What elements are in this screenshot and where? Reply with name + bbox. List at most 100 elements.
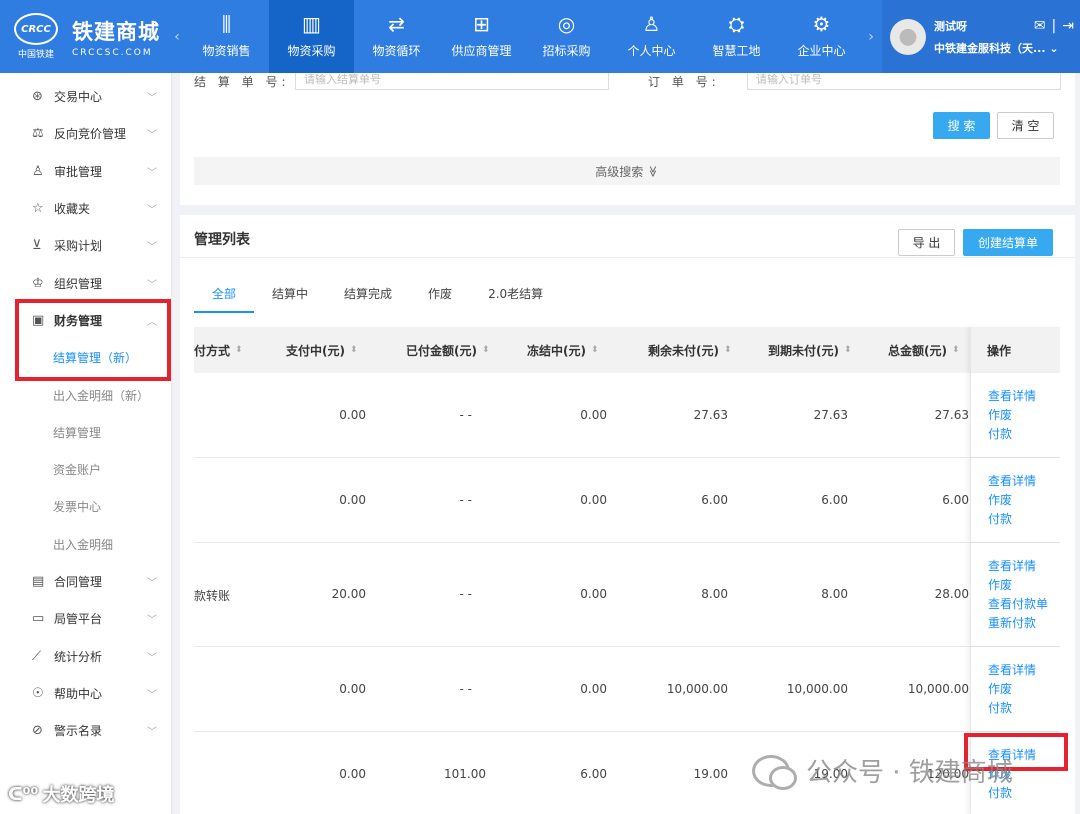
search-button[interactable]: 搜 索 [933,112,990,139]
op-link[interactable]: 付款 [988,426,1060,442]
sidebar-item[interactable]: ♔ 组织管理 ﹀ [0,264,171,301]
chevron-down-icon: ﹀ [147,242,157,254]
company-selector[interactable]: 中铁建金服科技（天... ⌄ [934,40,1080,56]
cycle-icon: ⇄ [388,12,405,36]
cell-paying: 0.00 [339,766,366,781]
nav-label: 物资采购 [287,44,336,58]
cell-due: 8.00 [821,587,848,601]
sidebar-item-label: 合同管理 [54,575,103,589]
nav-item-6[interactable]: ⛭ 智慧工地 [694,0,779,73]
column-header-frozen[interactable]: 冻结中(元) ⬍ [527,327,599,373]
nav-item-5[interactable]: ♙ 个人中心 [609,0,694,73]
sidebar-item[interactable]: ♙ 审批管理 ﹀ [0,153,171,190]
advanced-search-toggle[interactable]: 高级搜索 ≫ [194,157,1060,185]
nav-item-0[interactable]: ⫼ 物资销售 [184,0,269,73]
purchase-icon: ▥ [302,12,321,36]
create-settlement-button[interactable]: 创建结算单 [963,229,1053,256]
column-header-paid[interactable]: 已付金额(元) ⬍ [406,327,490,373]
sidebar-subitem[interactable]: 结算管理 [0,414,171,451]
nav-next-icon[interactable]: › [864,0,878,73]
person-icon: ♙ [642,12,661,36]
nav-item-3[interactable]: ⊞ 供应商管理 [439,0,524,73]
nav-label: 个人中心 [627,44,676,58]
cart-icon: ⊻ [32,238,42,254]
op-link[interactable]: 作废 [988,407,1060,423]
nav-item-7[interactable]: ⚙ 企业中心 [779,0,864,73]
op-link[interactable]: 作废 [988,492,1060,508]
sidebar-item-label: 审批管理 [54,164,103,179]
cell-remaining: 19.00 [693,766,728,781]
nav-item-4[interactable]: ◎ 招标采购 [524,0,609,73]
sidebar-item[interactable]: ▣ 财务管理 ︿ [0,302,171,339]
op-link[interactable]: 查看付款单 [988,596,1060,612]
op-link[interactable]: 查看详情 [988,558,1060,574]
op-link[interactable]: 重新付款 [988,615,1060,631]
site-icon: ⛭ [728,12,745,36]
search-panel: 结 算 单 号: 请输入结算单号 订 单 号: 请输入订单号 搜 索 清 空 高… [180,73,1075,205]
op-link[interactable]: 查看详情 [988,473,1060,489]
sidebar-subitem[interactable]: 资金账户 [0,451,171,488]
tab-1[interactable]: 结算中 [254,285,326,313]
status-tabs: 全部 结算中 结算完成 作废 2.0老结算 [194,285,561,313]
settlement-no-input[interactable]: 请输入结算单号 [295,73,609,90]
contract-icon: ▤ [32,574,45,589]
clear-button[interactable]: 清 空 [997,112,1054,139]
sort-icon: ⬍ [481,345,490,355]
column-header-paying[interactable]: 支付中(元) ⬍ [286,327,358,373]
column-header-due[interactable]: 到期未付(元) ⬍ [768,327,852,373]
op-link[interactable]: 查看详情 [988,662,1060,678]
cell-due: 6.00 [821,492,848,507]
order-no-input[interactable]: 请输入订单号 [747,73,1061,90]
column-header-pay_method[interactable]: 付方式 ⬍ [194,327,243,373]
cell-frozen: 0.00 [580,681,607,696]
site-logo[interactable]: CRCC 中国铁建 铁建商城 CRCCSC.COM [0,0,170,73]
sort-icon: ⬍ [843,345,852,355]
tab-3[interactable]: 作废 [410,285,470,313]
nav-item-2[interactable]: ⇄ 物资循环 [354,0,439,73]
sidebar-subitem[interactable]: 出入金明细（新） [0,376,171,413]
cell-paid: - - [459,587,472,601]
cell-remaining: 10,000.00 [666,681,728,696]
export-button[interactable]: 导 出 [898,229,955,256]
op-link[interactable]: 付款 [988,700,1060,716]
cell-operations: 查看详情作废查看付款单重新付款 [970,543,1060,646]
sidebar-item[interactable]: ☆ 收藏夹 ﹀ [0,190,171,227]
sidebar-item[interactable]: ⟋ 统计分析 ﹀ [0,637,171,674]
cell-total: 27.63 [934,407,969,422]
sidebar-item[interactable]: ⊻ 采购计划 ﹀ [0,227,171,264]
sidebar-item[interactable]: ⊛ 交易中心 ﹀ [0,78,171,115]
divider [180,257,1075,258]
wechat-icon [752,754,797,790]
sidebar-item[interactable]: ⊘ 警示名录 ﹀ [0,712,171,749]
tab-0[interactable]: 全部 [194,285,255,313]
sidebar-item[interactable]: ☉ 帮助中心 ﹀ [0,675,171,712]
sidebar-item-label: 警示名录 [54,724,103,739]
sidebar-subitem[interactable]: 出入金明细 [0,526,171,563]
mail-icon[interactable]: ✉ [1034,18,1046,34]
sidebar-subitem[interactable]: 结算管理（新） [0,339,171,376]
main-nav: ⫼ 物资销售 ▥ 物资采购 ⇄ 物资循环 ⊞ 供应商管理 ◎ 招标采购 ♙ 个人中心 ⛭ 智慧工地 ⚙ 企业中… [184,0,864,73]
op-link[interactable]: 作废 [988,577,1060,593]
op-link[interactable]: 查看详情 [988,388,1060,404]
sort-icon: ⬍ [235,345,243,355]
cell-total: 10,000.00 [907,681,969,696]
cell-remaining: 27.63 [693,407,728,422]
column-header-remaining[interactable]: 剩余未付(元) ⬍ [648,327,732,373]
chevron-down-icon: ﹀ [147,727,157,739]
nav-prev-icon[interactable]: ‹ [170,0,184,73]
sidebar-item[interactable]: ▤ 合同管理 ﹀ [0,563,171,600]
sidebar-subitem[interactable]: 发票中心 [0,488,171,525]
op-link[interactable]: 付款 [988,511,1060,527]
tab-4[interactable]: 2.0老结算 [470,285,561,313]
op-link[interactable]: 作废 [988,681,1060,697]
column-header-total[interactable]: 总金额(元) ⬍ [888,327,960,373]
sidebar-item[interactable]: ▭ 局管平台 ﹀ [0,600,171,637]
table-row: 款转账 20.00- -0.00 8.00 8.00 28.00 查看详情 作废 查看付款单重… [194,543,1060,647]
ban-icon: ⊘ [32,723,43,739]
tab-2[interactable]: 结算完成 [326,285,410,313]
nav-item-1[interactable]: ▥ 物资采购 [269,0,354,73]
monitor-icon: ▭ [32,611,45,627]
logout-icon[interactable]: ⇥ [1062,18,1074,34]
avatar[interactable]: ● [890,18,926,55]
sidebar-item[interactable]: ⚖ 反向竞价管理 ﹀ [0,115,171,152]
